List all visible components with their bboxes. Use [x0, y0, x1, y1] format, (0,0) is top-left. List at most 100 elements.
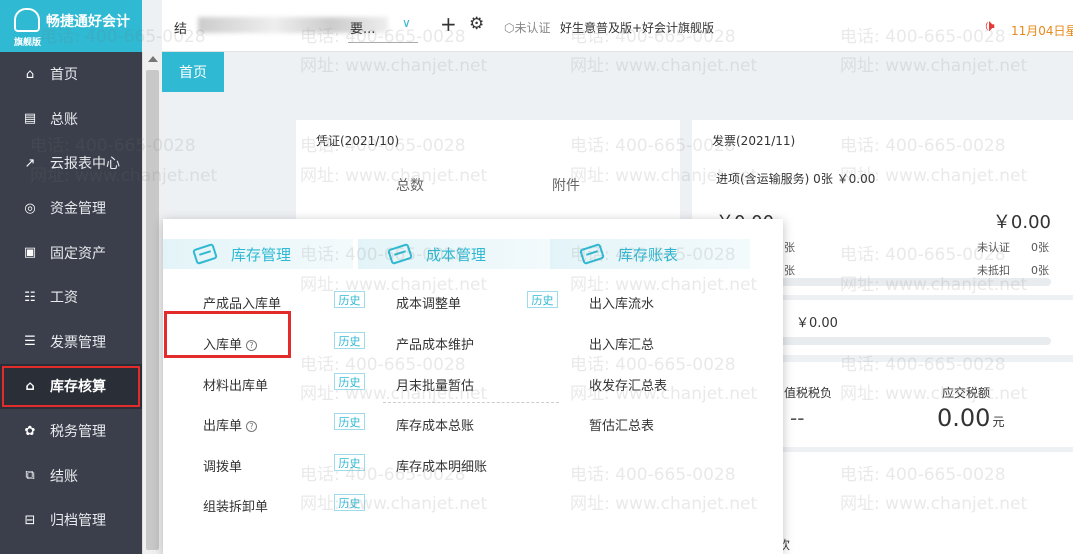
scroll-up-icon[interactable] — [148, 56, 158, 62]
home-icon: ⌂ — [25, 66, 35, 82]
undeducted-label: 未抵扣 — [977, 264, 1010, 277]
invoice-title: 发票(2021/11) — [712, 134, 796, 148]
voucher-total-label: 总数 — [396, 178, 424, 194]
tax-payable-label: 应交税额 — [942, 386, 991, 400]
sidebar-item-invoices[interactable]: ☰ 发票管理 — [0, 320, 142, 365]
link-month-end-estimate[interactable]: 月末批量暂估 — [396, 375, 474, 394]
account-set-selector[interactable]: 要... — [350, 18, 375, 37]
voucher-title: 凭证(2021/10) — [316, 134, 400, 148]
add-icon[interactable]: + — [440, 12, 457, 36]
vat-burden-label: 值税税负 — [784, 386, 833, 400]
chevron-down-icon[interactable]: ∨ — [402, 16, 411, 30]
tab-home[interactable]: 首页 — [162, 52, 224, 92]
history-button[interactable]: 历史 — [334, 413, 365, 430]
sidebar-item-label: 资金管理 — [50, 201, 106, 218]
cost-icon — [386, 241, 416, 267]
uncertified-count: 0张 — [1031, 241, 1049, 254]
speaker-icon[interactable]: 🕩 — [984, 16, 995, 36]
sidebar-item-label: 总账 — [50, 111, 78, 128]
sidebar-item-reports[interactable]: ↗ 云报表中心 — [0, 141, 142, 186]
sidebar-item-fixed-assets[interactable]: ▣ 固定资产 — [0, 230, 142, 275]
sidebar-item-label: 库存核算 — [50, 379, 106, 396]
tax-payable-number: 0.00 — [937, 404, 991, 432]
archive-icon: ⊟ — [24, 512, 36, 528]
inventory-icon — [191, 241, 221, 267]
history-button[interactable]: 历史 — [334, 291, 365, 308]
app-logo[interactable]: 畅捷通好会计 旗舰版 — [0, 0, 142, 52]
link-finished-goods-inbound[interactable]: 产成品入库单 — [203, 293, 281, 312]
link-receive-issue-summary[interactable]: 收发存汇总表 — [589, 375, 667, 394]
asset-icon: ▣ — [23, 245, 37, 261]
sidebar-scrollbar[interactable] — [142, 52, 162, 554]
link-stock-flow[interactable]: 出入库流水 — [589, 293, 654, 312]
cloud-logo-icon — [14, 8, 40, 32]
link-estimate-summary[interactable]: 暂估汇总表 — [589, 415, 654, 434]
gear-icon[interactable]: ⚙ — [469, 14, 484, 34]
sidebar-item-home[interactable]: ⌂ 首页 — [0, 52, 142, 97]
left-stat-1: 张 — [784, 241, 795, 254]
product-name: 好生意普及版+好会计旗舰版 — [560, 21, 715, 35]
chart-icon: ↗ — [24, 155, 36, 171]
sidebar-item-inventory[interactable]: ⌂ 库存核算 — [0, 364, 142, 409]
report-chart-icon — [578, 241, 608, 267]
voucher-card: 凭证(2021/10) 总数 附件 — [296, 120, 680, 230]
undeducted-count: 0张 — [1031, 264, 1049, 277]
history-button[interactable]: 历史 — [527, 291, 558, 308]
sidebar-item-funds[interactable]: ◎ 资金管理 — [0, 186, 142, 231]
history-button[interactable]: 历史 — [334, 454, 365, 471]
sidebar-item-label: 发票管理 — [50, 334, 106, 351]
account-underline — [348, 42, 418, 43]
link-assembly-order[interactable]: 组装拆卸单 — [203, 496, 268, 515]
sidebar-item-label: 工资 — [50, 290, 78, 307]
ledger-icon: ▤ — [23, 111, 37, 127]
sidebar-item-tax[interactable]: ✿ 税务管理 — [0, 409, 142, 454]
link-outbound-order[interactable]: 出库单? — [203, 415, 258, 434]
app-name: 畅捷通好会计 — [46, 14, 130, 30]
history-button[interactable]: 历史 — [334, 373, 365, 390]
tax-icon: ✿ — [24, 423, 36, 439]
link-transfer-order[interactable]: 调拨单 — [203, 456, 242, 475]
left-stat-2: 张 — [784, 264, 795, 277]
link-inventory-cost-ledger[interactable]: 库存成本总账 — [396, 415, 474, 434]
tax-amount: ￥0.00 — [796, 316, 838, 331]
link-stock-summary[interactable]: 出入库汇总 — [589, 334, 654, 353]
top-bar: 结 要... ∨ + ⚙ ⬡未认证 好生意普及版+好会计旗舰版 🕩 11月04日… — [162, 0, 1073, 52]
certification-label: 未认证 — [514, 21, 551, 35]
sidebar: 畅捷通好会计 旗舰版 ⌂ 首页 ▤ 总账 ↗ 云报表中心 ◎ 资金管理 ▣ 固定资产 ☷ 工… — [0, 0, 142, 554]
watermark-site: 网址: www.chanjet.net — [300, 56, 488, 76]
link-inventory-cost-detail[interactable]: 库存成本明细账 — [396, 456, 487, 475]
link-material-outbound[interactable]: 材料出库单 — [203, 375, 268, 394]
invoice-amount-right: ￥0.00 — [992, 212, 1051, 233]
menu-divider — [383, 402, 559, 403]
input-invoice-summary: 进项(含运输服务) 0张 ￥0.00 — [716, 172, 876, 186]
column-title: 成本管理 — [426, 245, 487, 264]
sidebar-item-archive[interactable]: ⊟ 归档管理 — [0, 498, 142, 543]
money-bag-icon: ◎ — [24, 200, 36, 216]
sidebar-item-label: 云报表中心 — [50, 156, 120, 173]
salary-icon: ☷ — [24, 289, 36, 305]
certification-status[interactable]: ⬡未认证 — [504, 19, 551, 36]
sidebar-item-salary[interactable]: ☷ 工资 — [0, 275, 142, 320]
company-name[interactable]: 结 — [174, 18, 187, 37]
link-product-cost-maintenance[interactable]: 产品成本维护 — [396, 334, 474, 353]
warehouse-icon: ⌂ — [25, 378, 35, 394]
history-button[interactable]: 历史 — [334, 332, 365, 349]
sidebar-item-ledger[interactable]: ▤ 总账 — [0, 97, 142, 142]
sidebar-item-label: 首页 — [50, 67, 78, 84]
link-label: 出库单 — [203, 419, 243, 434]
column-header-inventory: 库存管理 — [163, 239, 353, 269]
close-book-icon: ⧉ — [25, 468, 35, 484]
history-button[interactable]: 历史 — [334, 494, 365, 511]
tax-payable-value: 0.00 元 — [937, 404, 1004, 432]
tax-payable-unit: 元 — [992, 415, 1005, 429]
help-icon[interactable]: ? — [246, 421, 258, 432]
column-header-cost: 成本管理 — [358, 239, 558, 269]
inventory-popup-menu: 库存管理 成本管理 库存账表 产成品入库单 历史 入库单? 历史 材料出库单 历… — [163, 219, 783, 554]
vat-burden-value: -- — [790, 406, 805, 430]
app-edition: 旗舰版 — [14, 38, 42, 48]
scroll-thumb[interactable] — [146, 70, 159, 550]
invoice-icon: ☰ — [24, 334, 36, 350]
link-cost-adjustment[interactable]: 成本调整单 — [396, 293, 461, 312]
current-date: 11月04日星 — [1011, 24, 1073, 38]
sidebar-item-closing[interactable]: ⧉ 结账 — [0, 453, 142, 498]
